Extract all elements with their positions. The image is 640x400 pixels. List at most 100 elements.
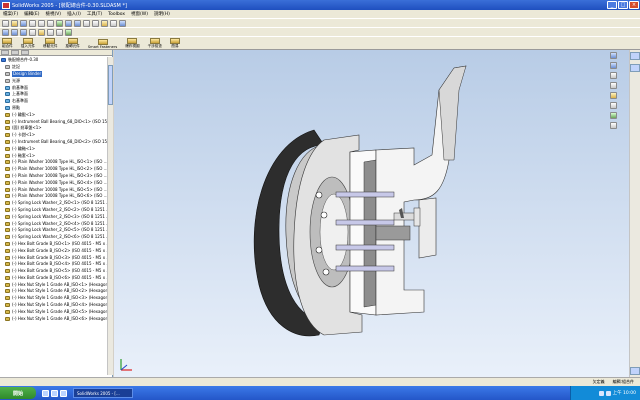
tree-item[interactable]: (-) Hex Bolt Grade B_ISO<2> (ISO 4015 - … bbox=[0, 247, 107, 254]
simplify-button[interactable]: 簡易 bbox=[169, 38, 180, 49]
tree-item[interactable]: (-) 輪轂<1> bbox=[0, 111, 107, 118]
tree-item[interactable]: (-) Spring Lock Washer_2_ISO<2> (ISO 8 1… bbox=[0, 207, 107, 214]
quicklaunch-ie-icon[interactable] bbox=[42, 389, 49, 397]
viewport-scrollbar[interactable] bbox=[629, 50, 640, 377]
zoom-out-icon[interactable] bbox=[609, 62, 617, 69]
property-tab[interactable] bbox=[11, 50, 19, 55]
tree-item[interactable]: 原點 bbox=[0, 105, 107, 112]
tree-item[interactable]: (-) Hex Bolt Grade B_ISO<4> (ISO 4015 - … bbox=[0, 261, 107, 268]
undo-icon[interactable] bbox=[38, 19, 45, 27]
shaded-icon[interactable] bbox=[101, 19, 108, 27]
wireframe-icon[interactable] bbox=[110, 19, 117, 27]
sketch-icon[interactable] bbox=[38, 28, 45, 36]
tree-item[interactable]: (-) 輪軸<1> bbox=[0, 145, 107, 152]
tree-item[interactable]: (-) Hex Bolt Grade B_ISO<3> (ISO 4015 - … bbox=[0, 254, 107, 261]
menu-tools[interactable]: 工具(T) bbox=[84, 11, 105, 17]
assembly-tab[interactable]: 組合件 bbox=[2, 38, 13, 49]
tree-item[interactable]: (-) Instrument Ball Bearing_68_DIO<1> (I… bbox=[0, 118, 107, 125]
tree-item[interactable]: (-) Hex Bolt Grade B_ISO<5> (ISO 4015 - … bbox=[0, 268, 107, 275]
tree-item[interactable]: (-) 卡鉗<1> bbox=[0, 132, 107, 139]
dimension-icon[interactable] bbox=[65, 28, 72, 36]
zoom-area-icon[interactable] bbox=[74, 19, 81, 27]
tree-item[interactable]: 裝配總合件-0.30 bbox=[0, 57, 107, 64]
tree-item[interactable]: 光源 bbox=[0, 77, 107, 84]
tree-item[interactable]: (-) Instrument Ball Bearing_68_DIO<2> (I… bbox=[0, 139, 107, 146]
tree-item[interactable]: (-) Spring Lock Washer_2_ISO<1> (ISO 8 1… bbox=[0, 200, 107, 207]
smart-fasteners-button[interactable]: Smart Fasteners bbox=[88, 39, 117, 49]
tray-volume-icon[interactable] bbox=[605, 390, 611, 396]
tree-item[interactable]: Design Binder bbox=[0, 70, 107, 78]
scroll-up-icon[interactable] bbox=[630, 52, 640, 60]
tree-scrollbar[interactable] bbox=[107, 57, 113, 375]
tray-network-icon[interactable] bbox=[598, 390, 604, 396]
pan-view-icon[interactable] bbox=[609, 82, 617, 89]
menu-view[interactable]: 檢視(V) bbox=[42, 11, 64, 17]
menu-help[interactable]: 說明(H) bbox=[151, 11, 173, 17]
start-button[interactable]: 開始 bbox=[0, 387, 36, 399]
tree-item[interactable]: 右基準面 bbox=[0, 98, 107, 105]
circle-icon[interactable] bbox=[56, 28, 63, 36]
menu-insert[interactable]: 插入(I) bbox=[64, 11, 84, 17]
section-icon[interactable] bbox=[609, 122, 617, 129]
redo-icon[interactable] bbox=[47, 19, 54, 27]
tree-scroll-thumb[interactable] bbox=[108, 65, 113, 105]
scroll-down-icon[interactable] bbox=[630, 64, 640, 72]
tree-item[interactable]: (-) 軸套<1> bbox=[0, 152, 107, 159]
tree-item[interactable]: (-) Hex Nut Style 1 Grade AB_ISO<6> (Hex… bbox=[0, 315, 107, 322]
menu-edit[interactable]: 編輯(E) bbox=[21, 11, 42, 17]
open-icon[interactable] bbox=[11, 19, 18, 27]
tree-item[interactable]: (-) Hex Nut Style 1 Grade AB_ISO<2> (Hex… bbox=[0, 288, 107, 295]
tree-item[interactable]: (-) Plain Washer 10008 Type HL_ISO<2> (I… bbox=[0, 166, 107, 173]
tree-item[interactable]: 上基準面 bbox=[0, 91, 107, 98]
maximize-button[interactable]: □ bbox=[618, 1, 628, 9]
minimize-button[interactable]: _ bbox=[607, 1, 617, 9]
tree-item[interactable]: (-) Spring Lock Washer_2_ISO<6> (ISO 8 1… bbox=[0, 234, 107, 241]
hidden-lines-icon[interactable] bbox=[609, 102, 617, 109]
insert-component-button[interactable]: 插入元件 bbox=[21, 38, 35, 49]
tree-item[interactable]: 前基準面 bbox=[0, 84, 107, 91]
right-view-icon[interactable] bbox=[20, 28, 27, 36]
print-icon[interactable] bbox=[29, 19, 36, 27]
save-icon[interactable] bbox=[20, 19, 27, 27]
iso-view-icon[interactable] bbox=[29, 28, 36, 36]
quicklaunch-media-icon[interactable] bbox=[60, 389, 67, 397]
tree-item[interactable]: 註記 bbox=[0, 64, 107, 71]
pan-icon[interactable] bbox=[92, 19, 99, 27]
top-view-icon[interactable] bbox=[11, 28, 18, 36]
tree-item[interactable]: (-) Spring Lock Washer_2_ISO<4> (ISO 8 1… bbox=[0, 220, 107, 227]
taskbar-solidworks[interactable]: SolidWorks 2005 - [... bbox=[73, 388, 133, 398]
tree-item[interactable]: (-) Hex Nut Style 1 Grade AB_ISO<5> (Hex… bbox=[0, 308, 107, 315]
menu-toolbox[interactable]: Toolbox bbox=[105, 12, 128, 17]
scroll-bottom-icon[interactable] bbox=[630, 367, 640, 375]
section-view-icon[interactable] bbox=[119, 19, 126, 27]
menu-window[interactable]: 視窗(W) bbox=[128, 11, 151, 17]
rebuild-icon[interactable] bbox=[56, 19, 63, 27]
tree-item[interactable]: (-) Hex Nut Style 1 Grade AB_ISO<4> (Hex… bbox=[0, 302, 107, 309]
tree-item[interactable]: (-) Plain Washer 10008 Type HL_ISO<3> (I… bbox=[0, 173, 107, 180]
config-tab[interactable] bbox=[21, 50, 29, 55]
display-style-icon[interactable] bbox=[609, 92, 617, 99]
tree-item[interactable]: (-) Plain Washer 10008 Type HL_ISO<1> (I… bbox=[0, 159, 107, 166]
tree-item[interactable]: (-) Plain Washer 10008 Type HL_ISO<5> (I… bbox=[0, 186, 107, 193]
front-view-icon[interactable] bbox=[2, 28, 9, 36]
feature-tree-tab[interactable] bbox=[1, 50, 9, 55]
tree-item[interactable]: (-) Hex Bolt Grade B_ISO<1> (ISO 4015 - … bbox=[0, 241, 107, 248]
tree-item[interactable]: (-) Hex Bolt Grade B_ISO<6> (ISO 4015 - … bbox=[0, 275, 107, 282]
move-component-button[interactable]: 移動元件 bbox=[43, 38, 58, 49]
exploded-view-button[interactable]: 爆炸視圖 bbox=[125, 38, 140, 49]
tree-item[interactable]: (-) Spring Lock Washer_2_ISO<3> (ISO 8 1… bbox=[0, 213, 107, 220]
perspective-icon[interactable] bbox=[609, 112, 617, 119]
menu-file[interactable]: 檔案(F) bbox=[0, 11, 21, 17]
quicklaunch-desktop-icon[interactable] bbox=[51, 389, 58, 397]
zoom-fit-icon[interactable] bbox=[65, 19, 72, 27]
rotate-component-button[interactable]: 旋轉元件 bbox=[66, 38, 80, 49]
new-icon[interactable] bbox=[2, 19, 9, 27]
rotate-view-icon[interactable] bbox=[83, 19, 90, 27]
graphics-viewport[interactable] bbox=[114, 50, 629, 377]
tree-item[interactable]: (-) Hex Nut Style 1 Grade AB_ISO<1> (Hex… bbox=[0, 281, 107, 288]
tree-item[interactable]: (-) Plain Washer 10008 Type HL_ISO<6> (I… bbox=[0, 193, 107, 200]
rotate-icon[interactable] bbox=[609, 72, 617, 79]
interference-check-button[interactable]: 干涉檢查 bbox=[148, 38, 162, 49]
zoom-in-icon[interactable] bbox=[609, 52, 617, 59]
tree-item[interactable]: (-) Hex Nut Style 1 Grade AB_ISO<3> (Hex… bbox=[0, 295, 107, 302]
